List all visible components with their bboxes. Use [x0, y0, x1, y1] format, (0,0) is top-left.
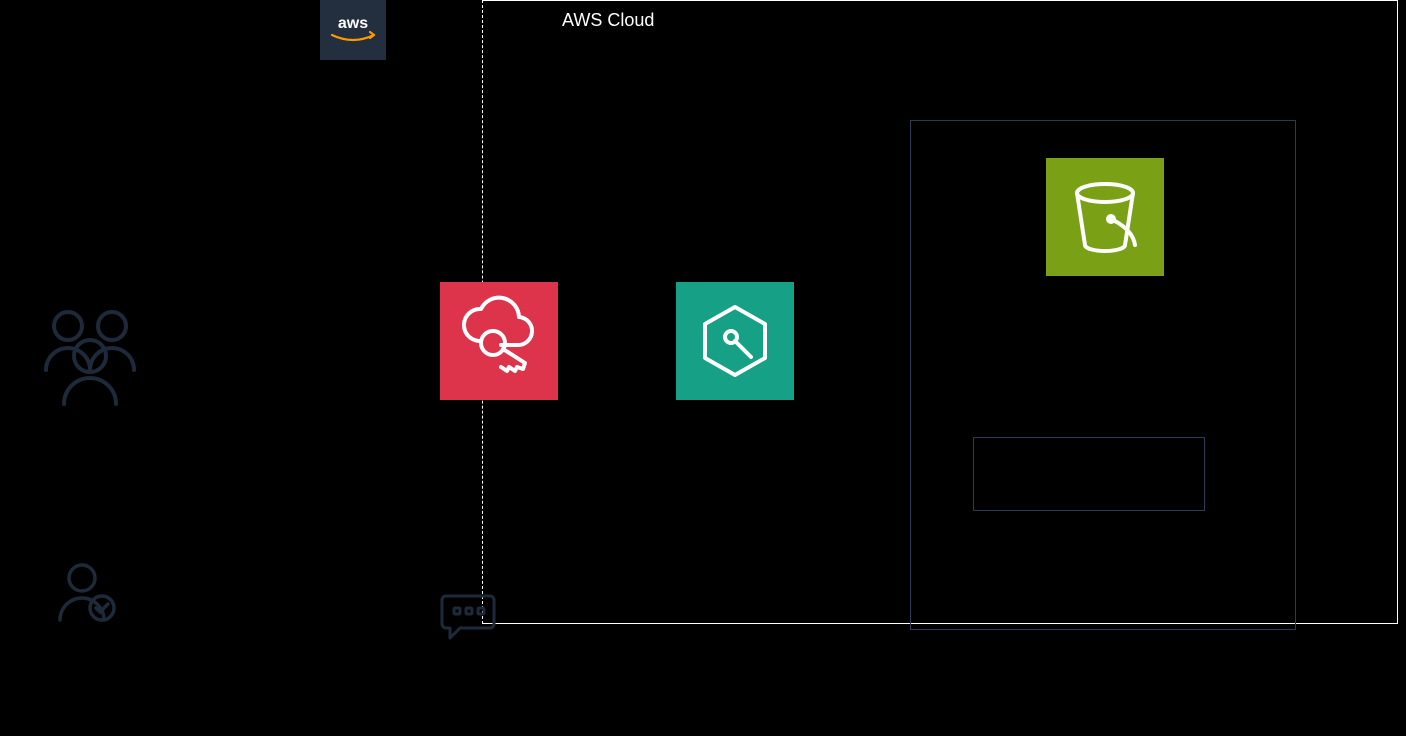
aws-logo-text: aws [338, 15, 368, 32]
hexagon-node-icon [693, 299, 777, 383]
aws-logo-icon: aws [326, 13, 380, 47]
cloud-key-icon [453, 295, 545, 387]
inner-service-panel [910, 120, 1296, 630]
hex-node-tile [676, 282, 794, 400]
chat-ellipsis-icon [440, 590, 500, 646]
aws-logo-tile: aws [320, 0, 386, 60]
users-group-icon [34, 298, 146, 410]
diagram-stage: { "cloud_label": "AWS Cloud", "aws_brand… [0, 0, 1406, 736]
inner-placeholder-box [973, 437, 1205, 511]
chat-bubble [440, 590, 500, 651]
aws-cloud-label: AWS Cloud [562, 10, 654, 31]
users-group [34, 298, 146, 415]
iam-tile [440, 282, 558, 400]
user-check-icon [52, 558, 122, 628]
user-check [52, 558, 122, 633]
